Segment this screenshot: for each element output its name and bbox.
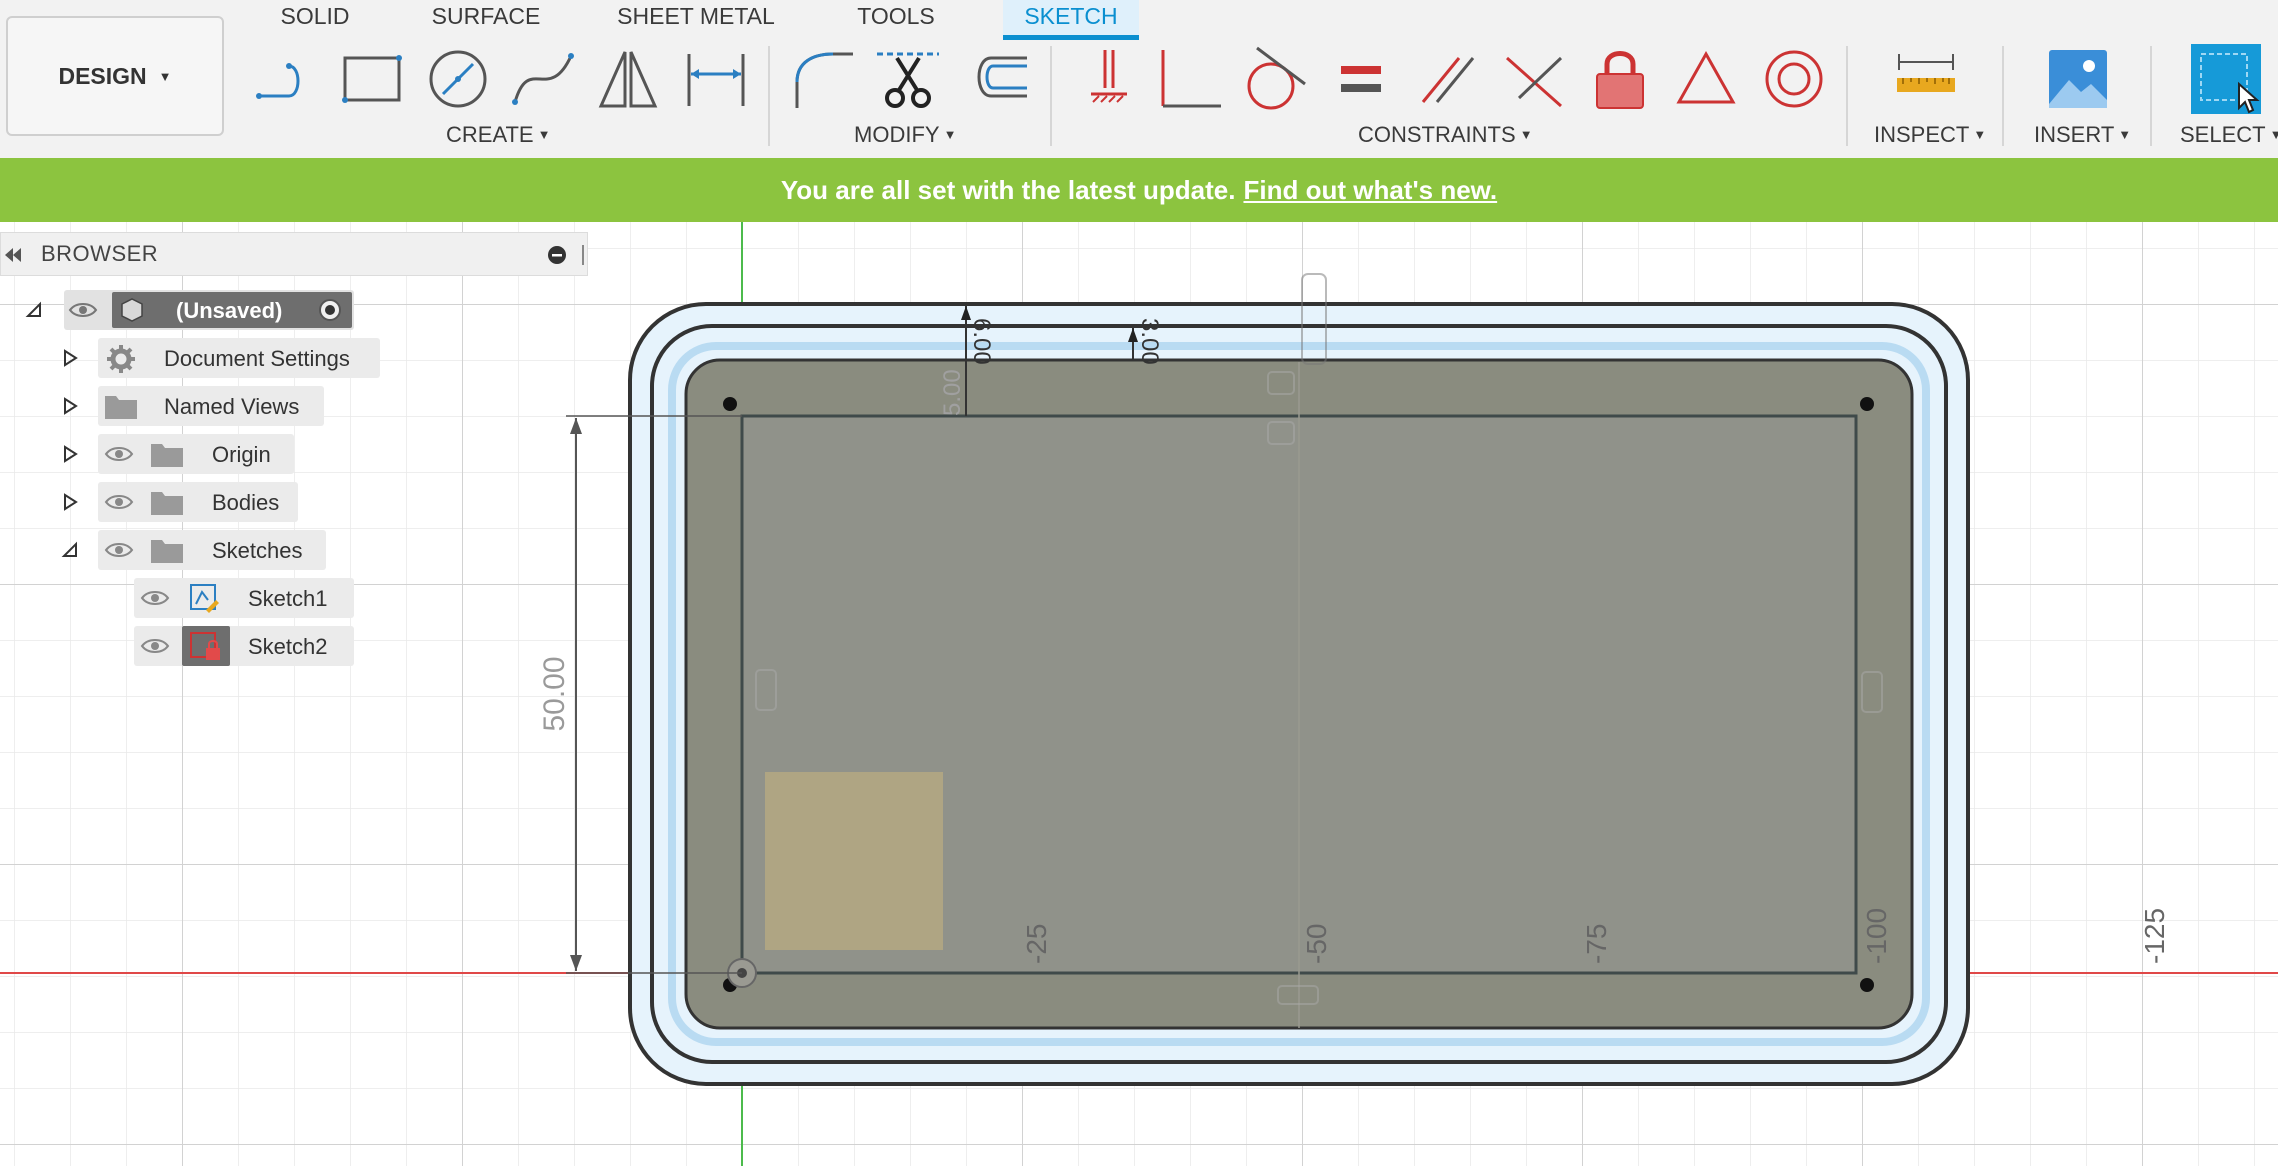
- horizontal-vertical-icon[interactable]: [1152, 38, 1228, 120]
- inspect-menu[interactable]: INSPECT ▼: [1874, 122, 1986, 148]
- spline-icon[interactable]: [506, 38, 582, 120]
- update-banner: You are all set with the latest update. …: [0, 158, 2278, 222]
- trim-icon[interactable]: [870, 38, 946, 120]
- toolbar-divider: [1050, 46, 1052, 146]
- browser-header: BROWSER: [0, 232, 588, 276]
- axis-tick-label: -25: [1021, 924, 1052, 964]
- panel-resize-handle[interactable]: [579, 243, 587, 267]
- browser-item-label: Origin: [212, 442, 271, 467]
- sketch-point[interactable]: [1860, 397, 1874, 411]
- folder-icon: [151, 492, 183, 515]
- concentric-icon[interactable]: [1756, 38, 1832, 120]
- browser-item-origin[interactable]: Origin: [98, 434, 294, 474]
- toolbar: DESIGN ▼ SOLID SURFACE SHEET METAL TOOLS…: [0, 0, 2278, 158]
- browser-item-label: Sketches: [212, 538, 303, 563]
- workspace-label: DESIGN: [58, 62, 147, 89]
- coincident-icon[interactable]: [1068, 38, 1144, 120]
- visibility-eye-icon[interactable]: [140, 588, 170, 608]
- folder-icon: [105, 396, 137, 419]
- sketch-edit-icon: [190, 584, 219, 613]
- constraints-menu[interactable]: CONSTRAINTS ▼: [1358, 122, 1533, 148]
- create-menu[interactable]: CREATE ▼: [446, 122, 550, 148]
- axis-tick-label: -125: [2139, 908, 2170, 964]
- dimension-top-offset-label[interactable]: 5.00: [939, 369, 966, 416]
- dimension-offset-b-label[interactable]: 3.00: [1136, 318, 1163, 365]
- workspace-design-button[interactable]: DESIGN ▼: [6, 16, 224, 136]
- visibility-eye-icon[interactable]: [68, 300, 98, 320]
- browser-item-label: Document Settings: [164, 346, 350, 371]
- dimension-icon[interactable]: [678, 38, 754, 120]
- tab-tools[interactable]: TOOLS: [850, 0, 942, 40]
- parallel-icon[interactable]: [1410, 38, 1486, 120]
- visibility-eye-icon[interactable]: [140, 636, 170, 656]
- visibility-eye-icon[interactable]: [104, 492, 134, 512]
- expand-triangle-icon[interactable]: [60, 492, 80, 512]
- highlighted-region: [765, 772, 943, 950]
- measure-icon[interactable]: [1888, 38, 1964, 120]
- browser-item-named-views[interactable]: Named Views: [98, 386, 324, 426]
- tangent-icon[interactable]: [1238, 38, 1314, 120]
- browser-item-sketches[interactable]: Sketches: [98, 530, 326, 570]
- tab-surface[interactable]: SURFACE: [424, 0, 548, 40]
- toolbar-divider: [768, 46, 770, 146]
- root-component-label: (Unsaved): [176, 298, 283, 323]
- insert-menu[interactable]: INSERT ▼: [2034, 122, 2131, 148]
- tab-sketch[interactable]: SKETCH: [1003, 0, 1139, 40]
- midpoint-icon[interactable]: [1668, 38, 1744, 120]
- folder-icon: [151, 444, 183, 467]
- select-window-icon[interactable]: [2188, 38, 2264, 120]
- toolbar-divider: [2002, 46, 2004, 146]
- circle-icon[interactable]: [420, 38, 496, 120]
- browser-item-document-settings[interactable]: Document Settings: [98, 338, 380, 378]
- browser-item-label: Bodies: [212, 490, 280, 515]
- rectangle-icon[interactable]: [334, 38, 410, 120]
- fillet-icon[interactable]: [786, 38, 862, 120]
- perpendicular-icon[interactable]: [1496, 38, 1572, 120]
- minimize-panel-icon[interactable]: [547, 245, 567, 265]
- root-component[interactable]: (Unsaved): [64, 290, 354, 330]
- browser-item-bodies[interactable]: Bodies: [98, 482, 298, 522]
- sketch-point[interactable]: [1860, 978, 1874, 992]
- component-icon: [121, 298, 143, 322]
- gear-icon: [107, 345, 135, 373]
- mirror-icon[interactable]: [590, 38, 666, 120]
- offset-icon[interactable]: [960, 38, 1036, 120]
- tab-solid[interactable]: SOLID: [270, 0, 360, 40]
- browser-item-sketch2[interactable]: Sketch2: [134, 626, 354, 666]
- expand-triangle-icon[interactable]: [60, 444, 80, 464]
- expand-triangle-icon[interactable]: [60, 348, 80, 368]
- expand-triangle-icon[interactable]: [60, 396, 80, 416]
- browser-item-label: Sketch2: [248, 634, 328, 659]
- browser-item-sketch1[interactable]: Sketch1: [134, 578, 354, 618]
- active-radio-icon[interactable]: [318, 298, 342, 322]
- whats-new-link[interactable]: Find out what's new.: [1243, 175, 1497, 206]
- sketch-point[interactable]: [723, 397, 737, 411]
- tab-sheet-metal[interactable]: SHEET METAL: [616, 0, 776, 40]
- toolbar-divider: [2150, 46, 2152, 146]
- axis-tick-label: -100: [1861, 908, 1892, 964]
- axis-tick-label: -50: [1301, 924, 1332, 964]
- banner-message: You are all set with the latest update.: [780, 174, 1236, 205]
- collapse-triangle-icon[interactable]: [24, 300, 44, 320]
- folder-icon: [151, 540, 183, 563]
- fix-unfix-icon[interactable]: [1582, 38, 1658, 120]
- axis-tick-label: -75: [1581, 924, 1612, 964]
- toolbar-divider: [1846, 46, 1848, 146]
- collapse-browser-icon[interactable]: [3, 245, 23, 265]
- equal-icon[interactable]: [1324, 38, 1400, 120]
- dimension-offset-a-label[interactable]: 6.00: [968, 318, 995, 365]
- chevron-down-icon: ▼: [158, 68, 172, 84]
- visibility-eye-icon[interactable]: [104, 540, 134, 560]
- browser-item-label: Sketch1: [248, 586, 328, 611]
- modify-menu[interactable]: MODIFY ▼: [854, 122, 956, 148]
- visibility-eye-icon[interactable]: [104, 444, 134, 464]
- browser-title: BROWSER: [41, 241, 159, 266]
- select-menu[interactable]: SELECT ▼: [2180, 122, 2278, 148]
- browser-item-label: Named Views: [164, 394, 300, 419]
- line-icon[interactable]: [250, 38, 326, 120]
- sketch-locked-icon: [190, 632, 220, 660]
- dimension-height-label[interactable]: 50.00: [538, 656, 571, 731]
- collapse-triangle-icon[interactable]: [60, 540, 80, 560]
- insert-image-icon[interactable]: [2040, 38, 2116, 120]
